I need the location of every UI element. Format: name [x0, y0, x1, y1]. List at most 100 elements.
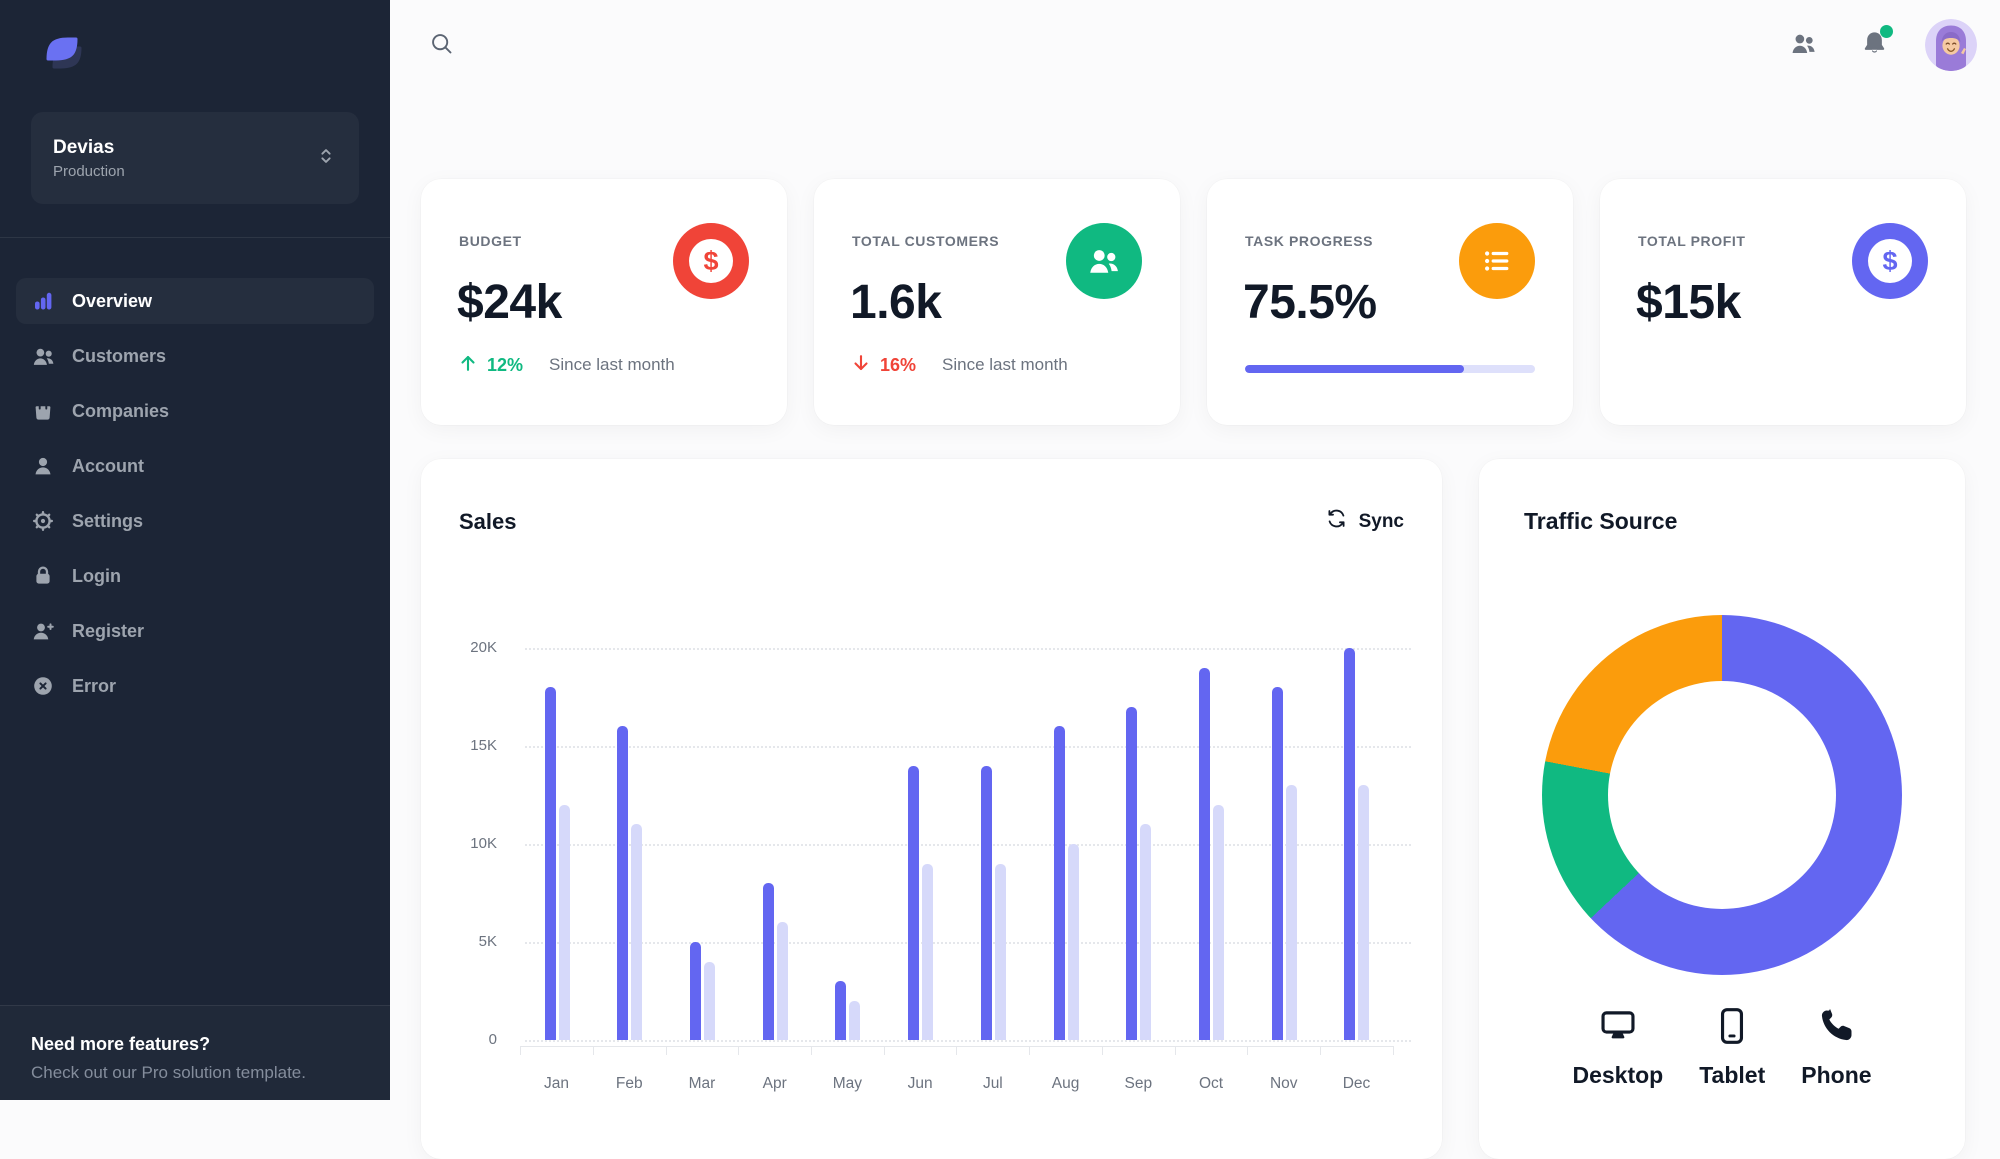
user-icon: [30, 453, 56, 479]
traffic-source-title: Traffic Source: [1524, 508, 1678, 534]
sales-bar-last-year: [703, 961, 715, 1040]
sidebar-item-customers[interactable]: Customers: [16, 333, 374, 379]
sidebar-footer-heading: Need more features?: [31, 1034, 211, 1054]
x-axis-tick: [956, 1046, 958, 1055]
x-axis-tick-label: Jan: [544, 1075, 569, 1092]
stat-label: TOTAL CUSTOMERS: [852, 233, 1000, 249]
x-axis-tick: [1320, 1046, 1322, 1055]
search-button[interactable]: [422, 24, 461, 66]
stat-value: $24k: [457, 276, 562, 329]
x-axis-tick: [1029, 1046, 1031, 1055]
legend-item-phone: Phone: [1801, 1005, 1872, 1089]
sales-bar-this-year: [762, 883, 774, 1040]
bar-chart-icon: [30, 288, 56, 314]
x-axis-tick: [592, 1046, 594, 1055]
x-axis-tick: [665, 1046, 667, 1055]
trend-caption: Since last month: [942, 355, 1068, 374]
x-axis-tick-label: Jul: [982, 1075, 1003, 1092]
sales-bar-last-year: [849, 1000, 861, 1040]
sidebar-divider: [0, 237, 390, 238]
chevron-up-down-icon: [315, 145, 337, 172]
sidebar-item-error[interactable]: Error: [16, 663, 374, 709]
sales-bar-last-year: [994, 863, 1006, 1040]
sidebar-item-account[interactable]: Account: [16, 443, 374, 489]
legend-item-desktop: Desktop: [1572, 1005, 1663, 1089]
x-axis-tick: [1174, 1046, 1176, 1055]
legend-label: Tablet: [1699, 1062, 1766, 1088]
sales-bar-last-year: [922, 863, 934, 1040]
sales-bar-last-year: [1213, 804, 1225, 1040]
y-axis-tick-label: 5K: [478, 933, 497, 950]
contacts-button[interactable]: [1783, 23, 1824, 67]
x-axis-tick-label: Feb: [615, 1075, 643, 1092]
sales-bar-this-year: [1271, 687, 1283, 1040]
sidebar-item-companies[interactable]: Companies: [16, 388, 374, 434]
x-axis-tick-label: Dec: [1342, 1075, 1371, 1092]
sales-bar-chart: 20K 15K 10K 5K 0 Jan Feb Mar Apr May Jun Jul Aug Sep O…: [421, 459, 1442, 1159]
tablet-icon: [1711, 1005, 1753, 1052]
workspace-selector[interactable]: Devias Production: [31, 112, 359, 204]
stat-card-total-profit: TOTAL PROFIT $15k $: [1600, 179, 1966, 425]
lock-icon: [30, 563, 56, 589]
notifications-button[interactable]: [1854, 23, 1895, 67]
x-axis-tick: [520, 1046, 522, 1055]
gridline: [525, 648, 1411, 650]
y-axis-tick-label: 15K: [470, 737, 497, 754]
y-axis-tick-label: 0: [488, 1031, 497, 1048]
sales-bar-this-year: [689, 942, 701, 1040]
legend-label: Phone: [1801, 1062, 1872, 1088]
y-axis-tick-label: 20K: [470, 639, 497, 656]
x-axis-tick: [1392, 1046, 1394, 1055]
x-axis-tick-label: Nov: [1269, 1075, 1298, 1092]
sales-bar-this-year: [1344, 648, 1356, 1040]
stat-value: 1.6k: [850, 276, 942, 329]
sidebar-item-register[interactable]: Register: [16, 608, 374, 654]
traffic-source-card: Traffic Source Desktop Tablet Phone: [1479, 459, 1965, 1159]
notification-dot: [1880, 25, 1893, 38]
devias-leaf-logo: [40, 26, 92, 78]
x-axis-tick: [1101, 1046, 1103, 1055]
x-axis-tick-label: Sep: [1124, 1075, 1153, 1092]
stat-value: $15k: [1636, 276, 1741, 329]
sales-bar-last-year: [1285, 785, 1297, 1040]
sales-bar-last-year: [631, 824, 643, 1040]
legend-item-tablet: Tablet: [1699, 1005, 1765, 1089]
sales-bar-this-year: [617, 726, 629, 1040]
users-icon: [1066, 223, 1142, 299]
sales-bar-last-year: [1140, 824, 1152, 1040]
user-avatar[interactable]: [1925, 19, 1977, 71]
list-bullets-icon: [1459, 223, 1535, 299]
sidebar-item-login[interactable]: Login: [16, 553, 374, 599]
sidebar-footer: Need more features? Check out our Pro so…: [0, 1005, 390, 1100]
x-circle-icon: [30, 673, 56, 699]
stat-card-task-progress: TASK PROGRESS 75.5%: [1207, 179, 1573, 425]
sidebar-item-overview[interactable]: Overview: [16, 278, 374, 324]
x-axis-tick-label: Oct: [1198, 1075, 1224, 1092]
sales-bar-last-year: [1358, 785, 1370, 1040]
user-plus-icon: [30, 618, 56, 644]
sales-bar-this-year: [835, 981, 847, 1040]
sales-bar-last-year: [1067, 844, 1079, 1040]
sidebar: Devias Production Overview Customers Com…: [0, 0, 390, 1100]
sales-bar-this-year: [980, 765, 992, 1040]
x-axis-tick-label: Mar: [688, 1075, 716, 1092]
trend-value: 16%: [880, 354, 917, 375]
stat-label: TASK PROGRESS: [1245, 233, 1374, 249]
trend-value: 12%: [487, 354, 524, 375]
x-axis-tick-label: Jun: [907, 1075, 933, 1092]
users-icon: [30, 343, 56, 369]
x-axis-tick-label: Aug: [1051, 1075, 1080, 1092]
topbar: [390, 0, 2000, 90]
sidebar-item-settings[interactable]: Settings: [16, 498, 374, 544]
sales-bar-this-year: [908, 765, 920, 1040]
sales-chart-card: Sales Sync 20K 15K 10K 5K 0 Jan Feb Mar Apr May Ju…: [421, 459, 1442, 1159]
x-axis-tick-label: May: [832, 1075, 863, 1092]
trend-caption: Since last month: [549, 355, 675, 374]
arrow-up-icon: [457, 352, 479, 379]
task-progress-bar-fill: [1245, 365, 1464, 373]
x-axis-tick: [811, 1046, 813, 1055]
sales-bar-this-year: [1126, 706, 1138, 1040]
workspace-environment: Production: [53, 162, 125, 180]
stat-card-total-customers: TOTAL CUSTOMERS 1.6k 16% Since last mont…: [814, 179, 1180, 425]
stat-label: BUDGET: [459, 233, 522, 249]
